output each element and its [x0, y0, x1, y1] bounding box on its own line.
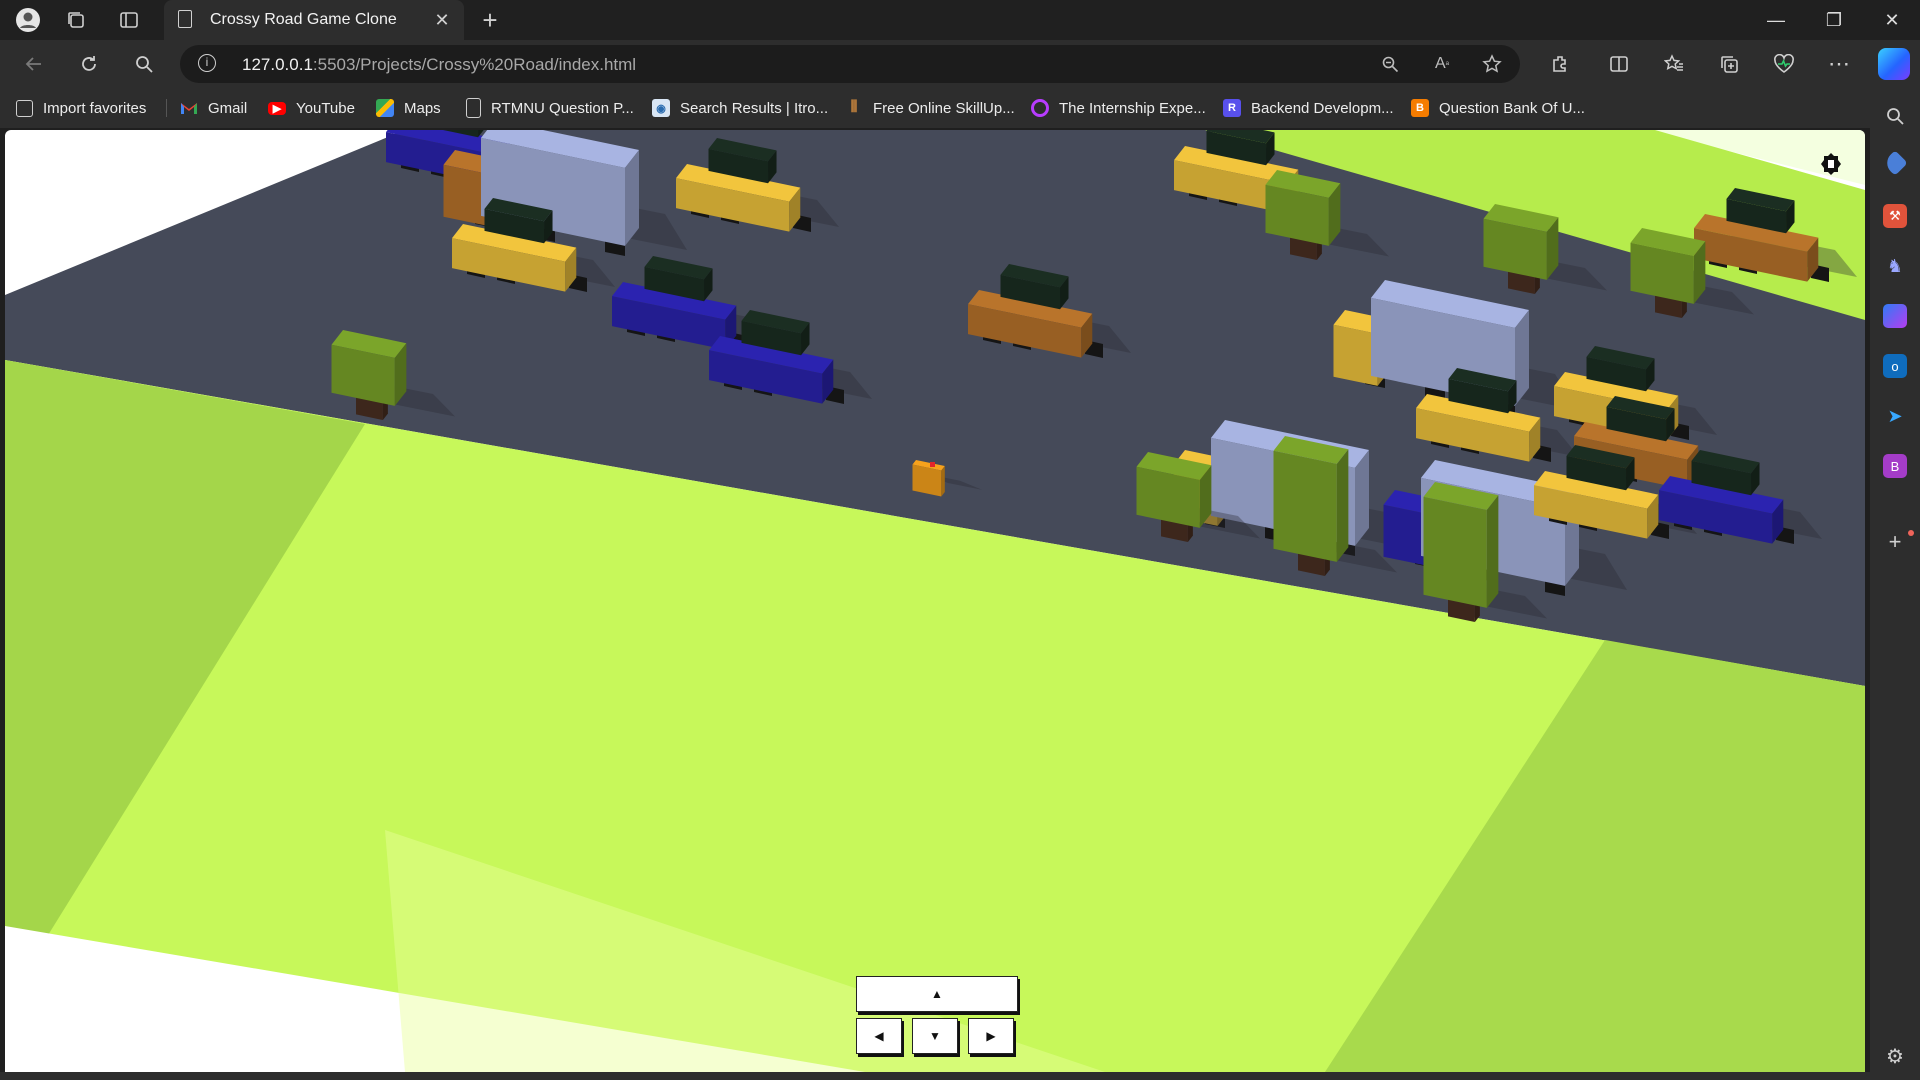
- favorites-bar: Import favorites Gmail ▶ YouTube Maps RT…: [0, 88, 1870, 128]
- move-forward-button[interactable]: ▲: [856, 976, 1018, 1012]
- close-window-button[interactable]: ✕: [1864, 0, 1920, 40]
- restore-button[interactable]: ❐: [1806, 0, 1862, 40]
- game-settings-icon[interactable]: [1817, 150, 1845, 178]
- sidebar-settings-icon[interactable]: ⚙: [1883, 1044, 1907, 1068]
- microsoft-365-icon[interactable]: [1883, 304, 1907, 328]
- send-icon[interactable]: ➤: [1883, 404, 1907, 428]
- backend-icon: R: [1223, 99, 1241, 117]
- minimize-button[interactable]: —: [1748, 0, 1804, 40]
- favorite-skillup[interactable]: ⦀ Free Online SkillUp...: [845, 88, 1014, 128]
- sidebar-search-icon[interactable]: [1883, 104, 1907, 128]
- favorite-star-icon[interactable]: [1476, 48, 1508, 80]
- title-bar: Crossy Road Game Clone ✕ + — ❐ ✕: [0, 0, 1920, 40]
- favorite-youtube[interactable]: ▶ YouTube: [268, 88, 355, 128]
- itro-icon: ◉: [652, 99, 670, 117]
- internship-icon: [1031, 99, 1049, 117]
- shopping-icon[interactable]: [1882, 150, 1908, 176]
- edge-sidebar: ⚒ ♞ o ➤ B + ⚙: [1870, 88, 1920, 1080]
- move-backward-button[interactable]: ▼: [912, 1018, 958, 1054]
- tab-title: Crossy Road Game Clone: [210, 11, 397, 28]
- game-viewport[interactable]: ▲ ◀ ▼ ▶: [5, 130, 1865, 1072]
- favorite-internship[interactable]: The Internship Expe...: [1031, 88, 1206, 128]
- page-icon: [178, 10, 192, 28]
- youtube-icon: ▶: [268, 101, 286, 115]
- outlook-icon[interactable]: o: [1883, 354, 1907, 378]
- split-screen-icon[interactable]: [1603, 48, 1635, 80]
- favorite-maps[interactable]: Maps: [376, 88, 441, 128]
- favorite-question-bank[interactable]: B Question Bank Of U...: [1411, 88, 1585, 128]
- game-scene[interactable]: [5, 130, 1865, 1072]
- tab-close-button[interactable]: ✕: [430, 8, 454, 32]
- import-icon: [16, 99, 33, 117]
- back-icon[interactable]: [18, 48, 50, 80]
- more-options-icon[interactable]: ⋯: [1823, 48, 1855, 80]
- move-right-button[interactable]: ▶: [968, 1018, 1014, 1054]
- navigation-bar: i 127.0.0.1:5503/Projects/Crossy%20Road/…: [0, 40, 1920, 88]
- workspaces-icon[interactable]: [60, 4, 92, 36]
- collections-icon[interactable]: [1713, 48, 1745, 80]
- extensions-icon[interactable]: [1544, 48, 1576, 80]
- games-icon[interactable]: ♞: [1883, 254, 1907, 278]
- favorite-rtmnu[interactable]: RTMNU Question P...: [466, 88, 634, 128]
- url-text[interactable]: 127.0.0.1:5503/Projects/Crossy%20Road/in…: [242, 55, 636, 75]
- skillup-icon: ⦀: [850, 99, 858, 116]
- movement-controls: ▲ ◀ ▼ ▶: [856, 976, 1020, 1066]
- tools-icon[interactable]: ⚒: [1883, 204, 1907, 228]
- browser-essentials-icon[interactable]: [1768, 48, 1800, 80]
- copilot-icon[interactable]: [1878, 48, 1910, 80]
- favorites-divider: [166, 99, 167, 117]
- address-bar[interactable]: i 127.0.0.1:5503/Projects/Crossy%20Road/…: [180, 45, 1520, 83]
- favorites-icon[interactable]: [1658, 48, 1690, 80]
- window-bottom-frame: [0, 1072, 1920, 1080]
- notification-dot: [1908, 530, 1914, 536]
- favorite-itro[interactable]: ◉ Search Results | Itro...: [652, 88, 828, 128]
- favorite-gmail[interactable]: Gmail: [180, 88, 247, 128]
- page-icon: [466, 98, 481, 118]
- tab-crossy-road[interactable]: Crossy Road Game Clone ✕: [164, 0, 464, 40]
- maps-icon: [376, 99, 394, 117]
- site-info-icon[interactable]: i: [198, 54, 216, 72]
- read-aloud-icon[interactable]: Aᵃ: [1426, 48, 1458, 80]
- gmail-icon: [180, 99, 198, 117]
- add-sidebar-app-icon[interactable]: +: [1883, 529, 1907, 554]
- new-tab-button[interactable]: +: [474, 4, 506, 36]
- favorite-import[interactable]: Import favorites: [16, 88, 146, 128]
- b-app-icon[interactable]: B: [1883, 454, 1907, 478]
- zoom-icon[interactable]: [1374, 48, 1406, 80]
- favorite-backend[interactable]: R Backend Developm...: [1223, 88, 1394, 128]
- move-left-button[interactable]: ◀: [856, 1018, 902, 1054]
- refresh-icon[interactable]: [73, 48, 105, 80]
- tab-actions-icon[interactable]: [113, 4, 145, 36]
- blogger-icon: B: [1411, 99, 1429, 117]
- profile-avatar[interactable]: [12, 4, 44, 36]
- search-icon[interactable]: [128, 48, 160, 80]
